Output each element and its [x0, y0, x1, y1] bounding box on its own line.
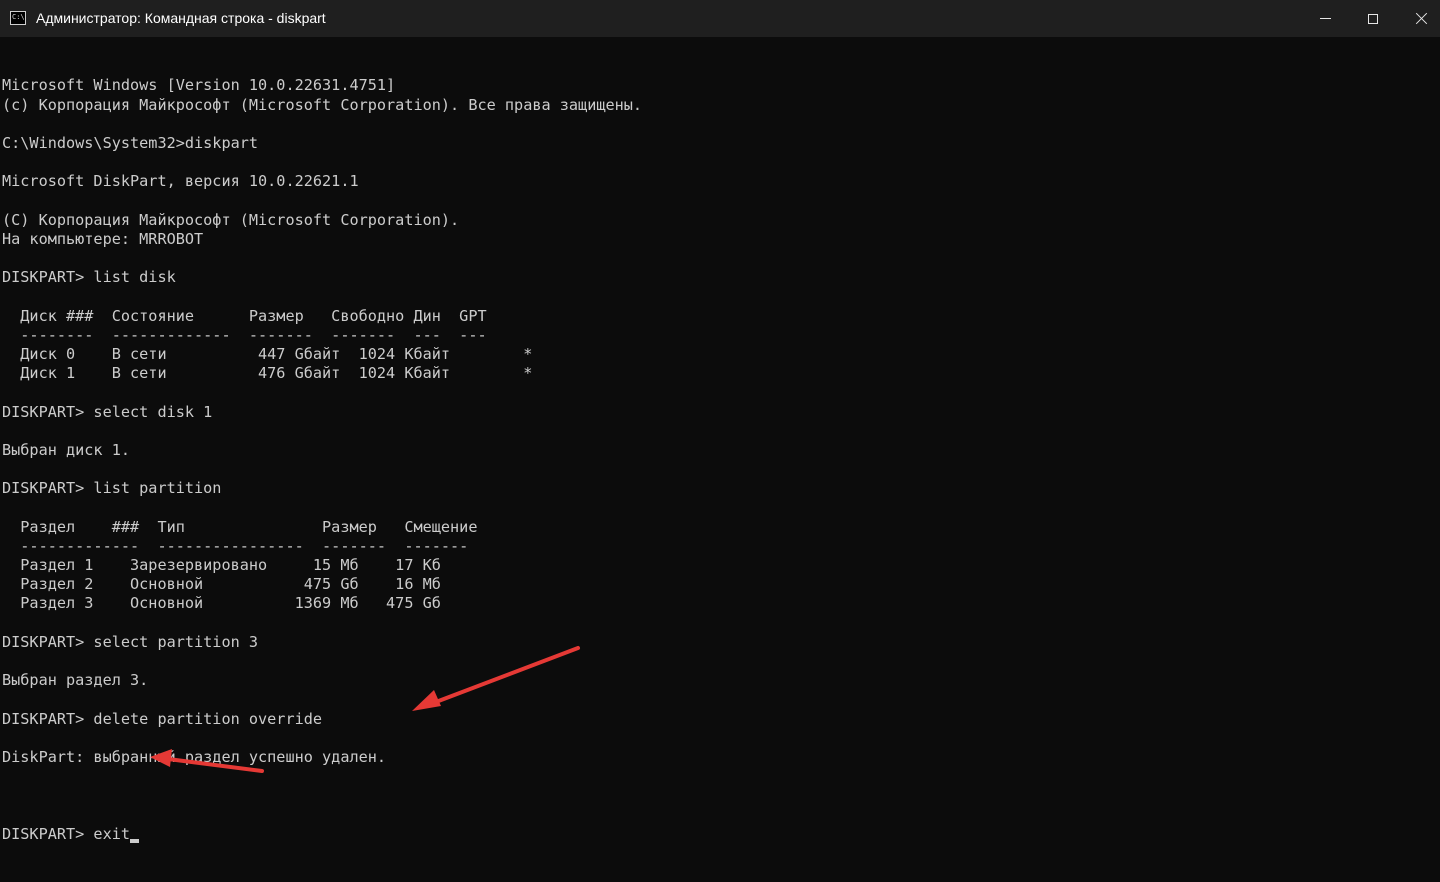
console-line: Выбран диск 1. [2, 440, 131, 459]
console-line: DISKPART> delete partition override [2, 709, 323, 728]
console-line: Выбран раздел 3. [2, 671, 149, 690]
maximize-button[interactable] [1350, 0, 1396, 37]
console-line: DISKPART> list partition [2, 479, 222, 498]
console-line: ------------- ---------------- ------- -… [2, 536, 469, 555]
console-line: Раздел 1 Зарезервировано 15 Мб 17 Кб [2, 556, 441, 575]
cmd-icon[interactable]: C:\ [10, 11, 26, 25]
window-title: Администратор: Командная строка - diskpa… [36, 10, 326, 26]
minimize-button[interactable] [1302, 0, 1348, 37]
console-line: C:\Windows\System32>diskpart [2, 133, 259, 152]
close-button[interactable] [1398, 0, 1440, 37]
maximize-icon [1368, 13, 1378, 24]
cmd-icon-glyph: C:\ [12, 13, 25, 21]
console-line: DISKPART> select disk 1 [2, 402, 213, 421]
console-line: Раздел 3 Основной 1369 Мб 475 Gб [2, 594, 441, 613]
console-line: Раздел ### Тип Размер Смещение [2, 517, 478, 536]
command-line[interactable]: DISKPART> exit [2, 825, 1432, 844]
console-line: -------- ------------- ------- ------- -… [2, 325, 487, 344]
console-line: (c) Корпорация Майкрософт (Microsoft Cor… [2, 95, 643, 114]
cmd-window: C:\ Администратор: Командная строка - di… [0, 0, 1440, 843]
console-line: DISKPART> select partition 3 [2, 632, 259, 651]
console-line: (C) Корпорация Майкрософт (Microsoft Cor… [2, 210, 460, 229]
console-lines: Microsoft Windows [Version 10.0.22631.47… [2, 76, 1432, 786]
console-line: На компьютере: MRROBOT [2, 229, 204, 248]
minimize-icon [1319, 18, 1331, 19]
console-line: Microsoft Windows [Version 10.0.22631.47… [2, 76, 396, 95]
console-line: Диск 0 В сети 447 Gбайт 1024 Кбайт * [2, 345, 533, 364]
title-bar[interactable]: C:\ Администратор: Командная строка - di… [0, 0, 1440, 37]
console-line: Диск 1 В сети 476 Gбайт 1024 Кбайт * [2, 364, 533, 383]
text-cursor [130, 838, 140, 843]
console-line: Microsoft DiskPart, версия 10.0.22621.1 [2, 172, 359, 191]
close-icon [1415, 12, 1428, 25]
command-input[interactable]: DISKPART> exit [2, 825, 130, 844]
console-line: Диск ### Состояние Размер Свободно Дин G… [2, 306, 487, 325]
console-output[interactable]: Microsoft Windows [Version 10.0.22631.47… [2, 38, 1432, 843]
console-line: DISKPART> list disk [2, 268, 176, 287]
console-line: DiskPart: выбранный раздел успешно удале… [2, 747, 387, 766]
console-line: Раздел 2 Основной 475 Gб 16 Мб [2, 575, 441, 594]
